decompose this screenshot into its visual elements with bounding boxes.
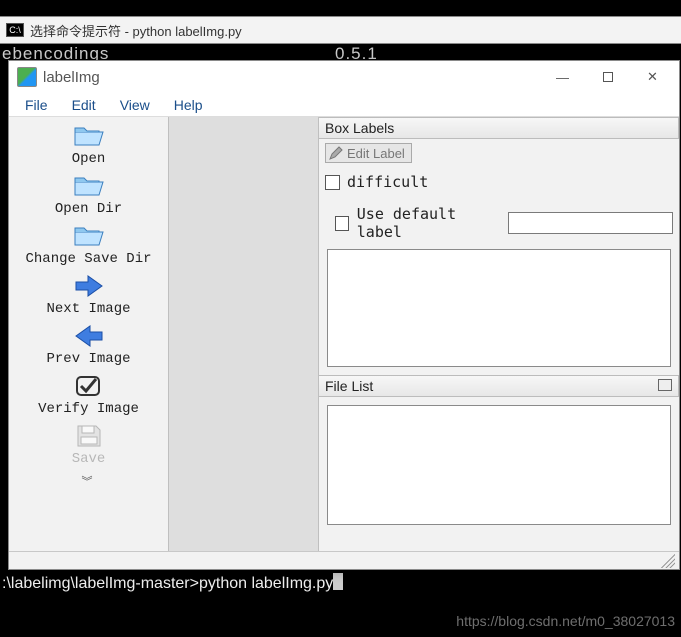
tool-next-image[interactable]: Next Image [9, 273, 168, 317]
tool-verify-image[interactable]: Verify Image [9, 373, 168, 417]
window-titlebar[interactable]: labelImg — ✕ [9, 61, 679, 93]
minimize-button[interactable]: — [540, 63, 585, 91]
close-button[interactable]: ✕ [630, 63, 675, 91]
resize-grip-icon[interactable] [661, 554, 675, 568]
cmd-titlebar: C:\ 选择命令提示符 - python labelImg.py [0, 16, 681, 44]
tool-change-save-dir[interactable]: Change Save Dir [9, 223, 168, 267]
cmd-icon: C:\ [6, 23, 24, 37]
cursor-icon [333, 573, 343, 590]
menu-edit[interactable]: Edit [62, 95, 106, 115]
default-label-input[interactable] [508, 212, 673, 234]
maximize-icon [603, 72, 613, 82]
arrow-right-icon [72, 273, 106, 299]
difficult-checkbox[interactable] [325, 175, 340, 190]
label-list[interactable] [327, 249, 671, 367]
box-labels-header[interactable]: Box Labels [319, 117, 679, 139]
tool-open-dir[interactable]: Open Dir [9, 173, 168, 217]
image-canvas[interactable] [169, 117, 319, 569]
folder-open-icon [72, 123, 106, 149]
status-bar [9, 551, 679, 569]
use-default-label-text: Use default label [357, 205, 496, 241]
checkmark-icon [72, 373, 106, 399]
file-list[interactable] [327, 405, 671, 525]
toolbar-overflow-icon[interactable]: ︾ [82, 473, 96, 489]
file-list-header[interactable]: File List [319, 375, 679, 397]
cmd-title: 选择命令提示符 - python labelImg.py [30, 21, 242, 40]
floppy-icon [72, 423, 106, 449]
pencil-icon [328, 145, 344, 161]
menu-help[interactable]: Help [164, 95, 213, 115]
box-labels-panel: Edit Label difficult Use default label [319, 139, 679, 375]
folder-open-icon [72, 223, 106, 249]
folder-open-icon [72, 173, 106, 199]
left-toolbar: Open Open Dir Change Save Dir Next Image [9, 117, 169, 569]
cmd-prompt-line[interactable]: :\labelimg\labelImg-master>python labelI… [0, 570, 681, 600]
use-default-label-checkbox[interactable] [335, 216, 349, 231]
menu-view[interactable]: View [110, 95, 160, 115]
window-title: labelImg [43, 69, 540, 86]
tool-prev-image[interactable]: Prev Image [9, 323, 168, 367]
menu-bar: File Edit View Help [9, 93, 679, 117]
tool-save[interactable]: Save [9, 423, 168, 467]
arrow-left-icon [72, 323, 106, 349]
app-icon [17, 67, 37, 87]
tool-open[interactable]: Open [9, 123, 168, 167]
dock-float-icon[interactable] [660, 381, 672, 391]
edit-label-button: Edit Label [325, 143, 412, 163]
menu-file[interactable]: File [15, 95, 58, 115]
maximize-button[interactable] [585, 63, 630, 91]
labelimg-window: labelImg — ✕ File Edit View Help Open O [8, 60, 680, 570]
difficult-label: difficult [347, 173, 428, 191]
